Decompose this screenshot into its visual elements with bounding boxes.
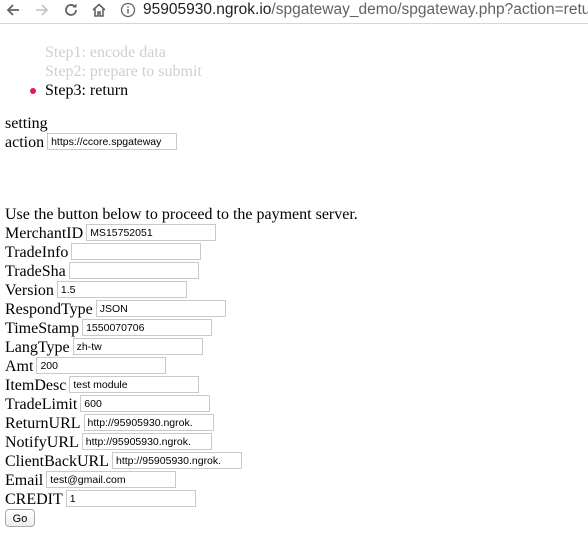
notify-url-input[interactable] [81,433,212,450]
url-path: /spgateway_demo/spgateway.php?action=ret… [271,1,588,18]
lang-type-input[interactable] [72,338,203,355]
item-desc-label: ItemDesc [5,377,67,394]
step-1-label: Step1: encode data [45,44,166,61]
merchant-id-input[interactable] [86,224,217,241]
item-desc-input[interactable] [69,376,200,393]
email-input[interactable] [46,471,177,488]
amt-label: Amt [5,358,34,375]
trade-limit-label: TradeLimit [5,396,78,413]
back-arrow-icon[interactable] [2,0,24,20]
trade-info-row: TradeInfo [5,243,202,262]
return-url-label: ReturnURL [5,415,81,432]
time-stamp-label: TimeStamp [5,320,80,337]
version-row: Version [5,281,187,300]
credit-label: CREDIT [5,491,63,508]
trade-info-input[interactable] [71,243,202,260]
trade-info-label: TradeInfo [5,244,69,261]
email-row: Email [5,471,177,490]
trade-sha-row: TradeSha [5,262,199,281]
trade-limit-input[interactable] [80,395,211,412]
respond-type-row: RespondType [5,300,226,319]
version-input[interactable] [56,281,187,298]
intro-text: Use the button below to proceed to the p… [5,206,358,223]
lang-type-row: LangType [5,338,203,357]
bullet-icon [30,88,36,94]
merchant-id-row: MerchantID [5,224,217,243]
credit-row: CREDIT [5,490,196,509]
merchant-id-label: MerchantID [5,225,84,242]
home-icon[interactable] [88,0,110,20]
step-2-label: Step2: prepare to submit [45,63,202,80]
lang-type-label: LangType [5,339,70,356]
go-button[interactable]: Go [5,509,35,527]
return-url-input[interactable] [83,414,214,431]
step-3: Step3: return [0,81,588,100]
steps-list: Step1: encode data Step2: prepare to sub… [0,43,588,100]
url-host: 95905930.ngrok.io [143,1,272,18]
step-1: Step1: encode data [0,43,588,62]
return-url-row: ReturnURL [5,414,214,433]
client-back-url-label: ClientBackURL [5,453,109,470]
notify-url-row: NotifyURL [5,433,212,452]
item-desc-row: ItemDesc [5,376,200,395]
action-label: action [5,134,45,151]
version-label: Version [5,282,54,299]
notify-url-label: NotifyURL [5,434,79,451]
credit-input[interactable] [65,490,196,507]
address-bar[interactable]: 95905930.ngrok.io/spgateway_demo/spgatew… [143,0,588,20]
step-2: Step2: prepare to submit [0,62,588,81]
email-label: Email [5,472,44,489]
trade-limit-row: TradeLimit [5,395,211,414]
setting-title: setting [5,115,48,132]
amt-input[interactable] [36,357,167,374]
client-back-url-row: ClientBackURL [5,452,242,471]
step-3-label: Step3: return [45,82,129,99]
respond-type-label: RespondType [5,301,93,318]
trade-sha-label: TradeSha [5,263,66,280]
time-stamp-row: TimeStamp [5,319,213,338]
respond-type-input[interactable] [95,300,226,317]
action-input[interactable] [47,133,178,150]
client-back-url-input[interactable] [111,452,242,469]
amt-row: Amt [5,357,167,376]
time-stamp-input[interactable] [82,319,213,336]
trade-sha-input[interactable] [68,262,199,279]
action-row: action [5,133,178,152]
browser-toolbar: 95905930.ngrok.io/spgateway_demo/spgatew… [0,0,588,24]
info-icon[interactable] [120,2,136,18]
reload-icon[interactable] [60,0,82,20]
forward-arrow-icon[interactable] [31,0,53,20]
